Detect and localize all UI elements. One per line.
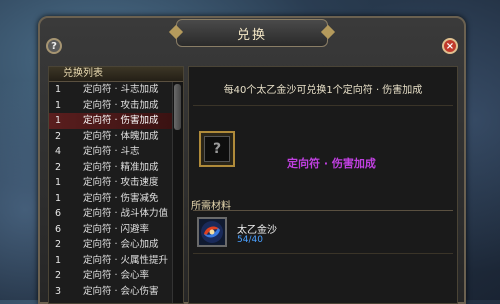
- item-name: 定向符 · 精准加成: [83, 161, 159, 173]
- list-item[interactable]: 1 定向符 · 斗志加成: [49, 82, 173, 98]
- item-name: 定向符 · 体魄加成: [83, 130, 159, 142]
- list-item[interactable]: 3 定向符 · 会心伤害: [49, 284, 173, 300]
- item-count: 2: [55, 239, 62, 250]
- close-icon: ×: [445, 40, 455, 52]
- titlebar: 兑换: [40, 18, 464, 48]
- list-header: 兑换列表: [49, 67, 183, 82]
- item-count: 6: [55, 223, 62, 235]
- item-name: 定向符 · 攻击速度: [83, 177, 159, 188]
- exchange-list: 1 定向符 · 斗志加成 1 定向符 · 攻击加成 1 定向符 · 伤害加成 2 定向符 · …: [49, 82, 173, 303]
- list-scrollbar[interactable]: [172, 82, 183, 303]
- list-item[interactable]: 6 定向符 · 闪避率: [49, 222, 173, 238]
- item-count: 1: [55, 84, 62, 95]
- question-icon: ?: [51, 40, 57, 52]
- material-count: 54/40: [237, 235, 263, 245]
- golden-sand-icon: [201, 221, 223, 243]
- list-item[interactable]: 2 定向符 · 体魄加成: [49, 129, 173, 145]
- item-name: 定向符 · 战斗体力值: [83, 208, 169, 219]
- item-name: 定向符 · 攻击加成: [83, 99, 159, 111]
- item-count: 1: [55, 177, 62, 188]
- list-item[interactable]: 1 定向符 · 伤害加成: [49, 113, 173, 129]
- item-name: 定向符 · 火属性提升: [83, 254, 169, 266]
- item-count: 6: [55, 208, 62, 219]
- divider: [193, 253, 453, 254]
- divider: [193, 105, 453, 106]
- item-count: 1: [55, 254, 62, 266]
- list-item[interactable]: 1 定向符 · 攻击加成: [49, 98, 173, 114]
- item-count: 2: [55, 130, 62, 142]
- item-count: 1: [55, 115, 62, 126]
- item-name: 定向符 · 会心率: [83, 270, 150, 281]
- close-button[interactable]: ×: [442, 38, 458, 54]
- list-item[interactable]: 1 定向符 · 伤害减免: [49, 191, 173, 207]
- list-item[interactable]: 4 定向符 · 斗志: [49, 144, 173, 160]
- list-item[interactable]: 2 定向符 · 精准加成: [49, 160, 173, 176]
- help-button[interactable]: ?: [46, 38, 62, 54]
- list-item[interactable]: 1 定向符 · 攻击速度: [49, 175, 173, 191]
- exchange-list-panel: 兑换列表 1 定向符 · 斗志加成 1 定向符 · 攻击加成 1 定向符 · 伤害加成 2 定…: [48, 66, 184, 304]
- scroll-thumb[interactable]: [174, 84, 181, 130]
- item-count: 2: [55, 270, 62, 281]
- list-item[interactable]: 2 定向符 · 会心率: [49, 268, 173, 284]
- question-icon: ?: [204, 136, 230, 162]
- item-count: 2: [55, 161, 62, 173]
- target-item-name: 定向符 · 伤害加成: [287, 157, 376, 170]
- dialog-title: 兑换: [176, 19, 328, 47]
- item-count: 3: [55, 285, 62, 297]
- item-count: 4: [55, 146, 62, 157]
- item-name: 定向符 · 伤害加成: [83, 115, 159, 126]
- list-item[interactable]: 1 定向符 · 火属性提升: [49, 253, 173, 269]
- item-count: 1: [55, 192, 62, 204]
- divider: [193, 210, 453, 211]
- list-item[interactable]: 6 定向符 · 战斗体力值: [49, 206, 173, 222]
- item-name: 定向符 · 会心伤害: [83, 285, 159, 297]
- material-name: 太乙金沙: [237, 225, 277, 236]
- item-name: 定向符 · 斗志加成: [83, 84, 159, 95]
- item-name: 定向符 · 斗志: [83, 146, 140, 157]
- item-name: 定向符 · 闪避率: [83, 223, 150, 235]
- detail-panel: 每40个太乙金沙可兑换1个定向符 · 伤害加成 ? 定向符 · 伤害加成 所需材…: [188, 66, 458, 304]
- item-name: 定向符 · 伤害减免: [83, 192, 159, 204]
- exchange-description: 每40个太乙金沙可兑换1个定向符 · 伤害加成: [223, 85, 423, 96]
- list-item[interactable]: 2 定向符 · 会心加成: [49, 237, 173, 253]
- exchange-dialog: 兑换 ? × 兑换列表 1 定向符 · 斗志加成 1 定向符 · 攻击加成 1 定向符 ·…: [38, 16, 466, 304]
- target-item-slot[interactable]: ?: [199, 131, 235, 167]
- item-name: 定向符 · 会心加成: [83, 239, 159, 250]
- item-count: 1: [55, 99, 62, 111]
- material-slot[interactable]: [197, 217, 227, 247]
